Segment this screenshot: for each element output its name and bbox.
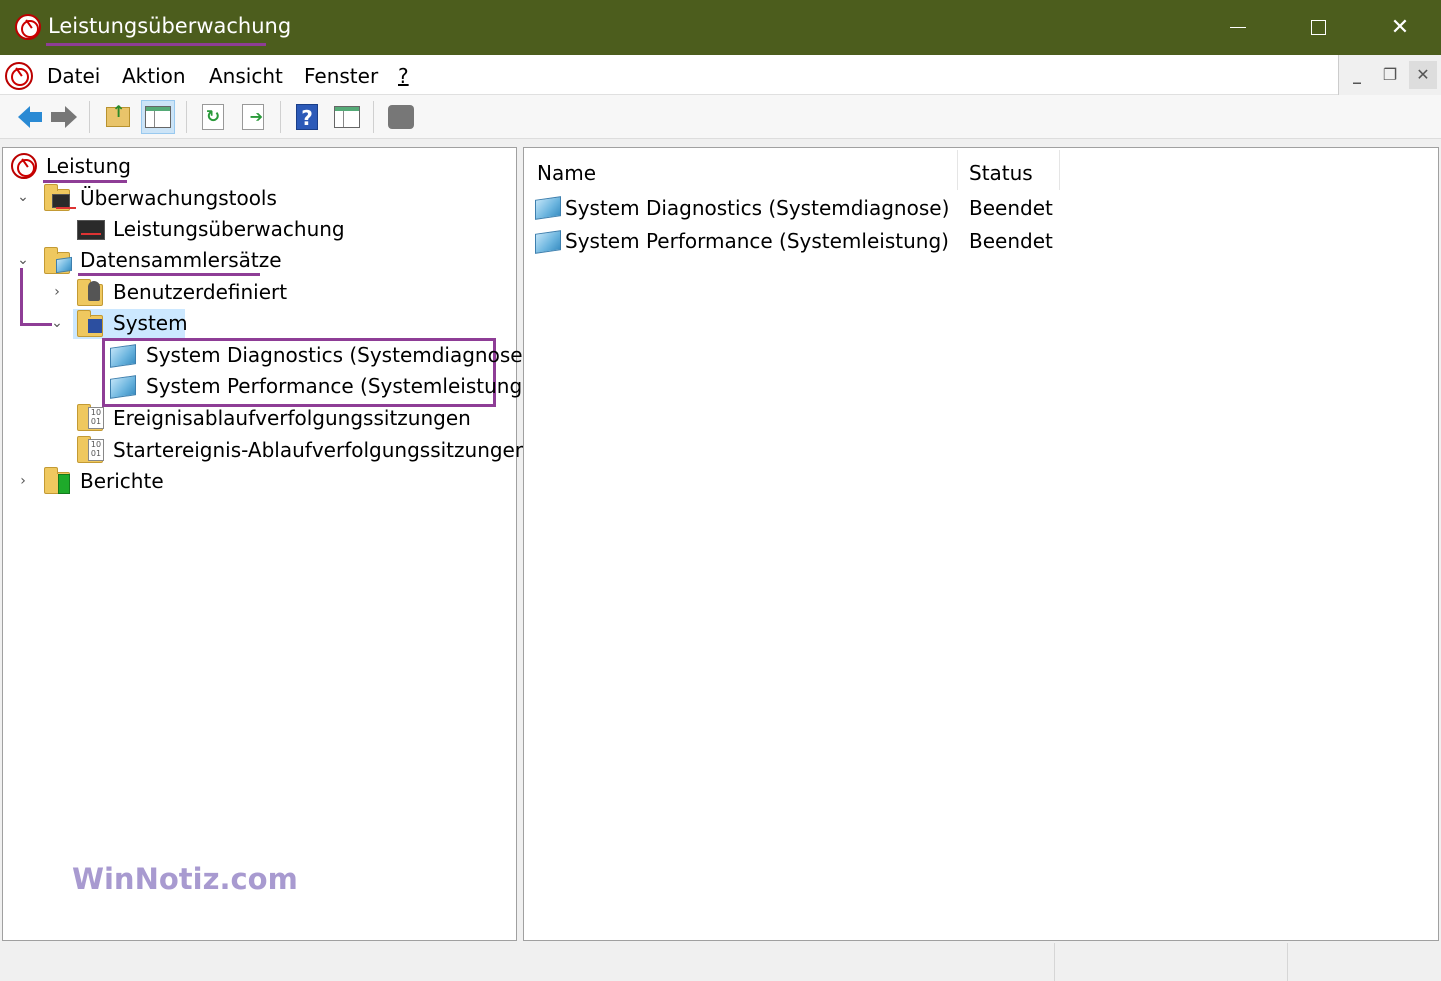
menu-fenster[interactable]: Fenster (304, 64, 378, 88)
performance-root-icon (11, 153, 37, 179)
plugin-button[interactable] (384, 100, 418, 134)
toolbar-separator (89, 101, 90, 133)
show-action-pane-button[interactable] (330, 100, 364, 134)
forward-arrow-icon (51, 106, 77, 128)
show-hide-console-tree-button[interactable] (141, 100, 175, 134)
tree-item-system-diagnostics[interactable]: System Diagnostics (Systemdiagnose) (146, 343, 530, 367)
export-list-icon: ➔ (242, 104, 264, 130)
status-bar (0, 943, 1441, 981)
tree-item-startereignis-ablaufverfolgungssitzungen[interactable]: Startereignis-Ablaufverfolgungssitzungen (113, 438, 528, 462)
monitor-badge-icon (52, 194, 76, 209)
back-arrow-icon (18, 106, 42, 128)
mdi-restore-button[interactable]: ❐ (1376, 61, 1404, 89)
watermark: WinNotiz.com (72, 862, 298, 896)
expand-chevron-icon[interactable]: ⌄ (50, 315, 64, 331)
help-icon: ? (296, 104, 318, 130)
folder-up-icon (106, 102, 130, 127)
menu-ansicht-label: Ansicht (209, 64, 283, 88)
list-row-name[interactable]: System Performance (Systemleistung) (565, 229, 949, 253)
list-row-status: Beendet (969, 229, 1053, 253)
column-header-status[interactable]: Status (969, 161, 1033, 185)
toolbar-separator (373, 101, 374, 133)
status-bar-separator (1054, 943, 1055, 981)
menu-help[interactable]: ? (398, 64, 409, 88)
report-badge-icon (58, 474, 70, 494)
mdi-controls: _ ❐ ✕ (1338, 55, 1441, 95)
result-list-pane[interactable] (523, 147, 1439, 941)
menu-bar (0, 55, 1338, 95)
column-header-name[interactable]: Name (537, 161, 596, 185)
tree-item-ueberwachungstools[interactable]: Überwachungstools (80, 186, 277, 210)
window-title: Leistungsüberwachung (48, 14, 292, 38)
export-list-button[interactable]: ➔ (236, 100, 270, 134)
menu-datei[interactable]: Datei (47, 64, 100, 88)
help-button[interactable]: ? (290, 100, 324, 134)
menu-aktion-label: Aktion (122, 64, 186, 88)
minimize-button[interactable] (1198, 0, 1278, 55)
minimize-icon (1230, 27, 1246, 28)
tree-item-datensammlersaetze[interactable]: Datensammlersätze (80, 248, 282, 272)
back-button[interactable] (7, 100, 42, 134)
user-badge-icon (88, 281, 100, 301)
list-row-name[interactable]: System Diagnostics (Systemdiagnose) (565, 196, 949, 220)
refresh-button[interactable]: ↻ (196, 100, 230, 134)
list-row-status: Beendet (969, 196, 1053, 220)
data-collector-badge-icon (56, 256, 72, 274)
annotation-bracket (20, 268, 23, 326)
expand-chevron-icon[interactable]: ⌄ (16, 252, 30, 268)
menu-ansicht[interactable]: Ansicht (209, 64, 283, 88)
trace-document-icon: 10 01 (88, 407, 104, 429)
maximize-button[interactable] (1278, 0, 1358, 55)
data-collector-set-icon (535, 196, 561, 220)
maximize-icon (1310, 20, 1326, 35)
system-badge-icon (88, 319, 102, 333)
tree-item-leistung[interactable]: Leistung (46, 154, 131, 178)
collapse-chevron-icon[interactable]: › (50, 284, 64, 300)
menu-help-label: ? (398, 64, 409, 88)
mdi-close-button[interactable]: ✕ (1409, 61, 1437, 89)
performance-monitor-icon (15, 14, 41, 40)
close-icon: ✕ (1390, 15, 1410, 40)
status-bar-separator (1287, 943, 1288, 981)
menu-fenster-label: Fenster (304, 64, 379, 88)
collapse-chevron-icon[interactable]: › (16, 473, 30, 489)
forward-button[interactable] (47, 100, 81, 134)
tree-item-berichte[interactable]: Berichte (80, 469, 164, 493)
tree-item-system-performance[interactable]: System Performance (Systemleistung) (146, 374, 530, 398)
annotation-bracket (20, 323, 52, 326)
expand-chevron-icon[interactable]: ⌄ (16, 189, 30, 205)
menu-aktion[interactable]: Aktion (122, 64, 186, 88)
show-hide-console-tree-icon (145, 106, 171, 128)
performance-monitor-chart-icon (77, 220, 105, 240)
tree-item-system[interactable]: System (113, 311, 188, 335)
data-collector-set-icon (110, 344, 136, 368)
annotation-underline (78, 273, 260, 276)
annotation-underline (43, 180, 127, 183)
column-separator[interactable] (957, 150, 958, 190)
trace-document-icon: 10 01 (88, 439, 104, 461)
plugin-icon (388, 105, 414, 129)
tree-item-benutzerdefiniert[interactable]: Benutzerdefiniert (113, 280, 287, 304)
close-button[interactable]: ✕ (1360, 0, 1440, 55)
data-collector-set-icon (110, 375, 136, 399)
tree-item-leistungsueberwachung[interactable]: Leistungsüberwachung (113, 217, 345, 241)
tree-item-ereignisablaufverfolgungssitzungen[interactable]: Ereignisablaufverfolgungssitzungen (113, 406, 471, 430)
column-separator[interactable] (1059, 150, 1060, 190)
data-collector-set-icon (535, 230, 561, 254)
refresh-icon: ↻ (202, 104, 224, 130)
toolbar-separator (280, 101, 281, 133)
title-annotation-underline (46, 43, 266, 46)
system-menu-icon[interactable] (5, 62, 33, 90)
up-one-level-button[interactable] (101, 100, 135, 134)
toolbar-separator (186, 101, 187, 133)
menu-datei-label: Datei (47, 64, 101, 88)
mdi-minimize-button[interactable]: _ (1343, 61, 1371, 89)
show-action-pane-icon (334, 106, 360, 128)
